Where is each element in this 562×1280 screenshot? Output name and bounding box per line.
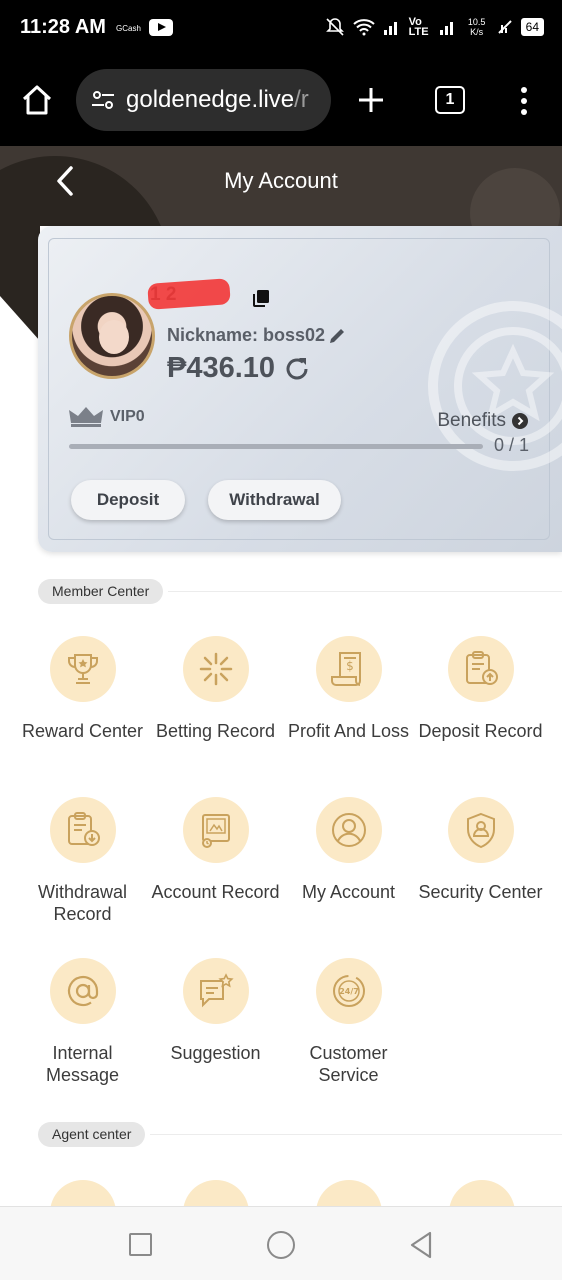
new-tab-icon[interactable] — [357, 86, 385, 114]
menu-label: Account Record — [151, 882, 280, 902]
network-speed: 10.5 K/s — [467, 17, 486, 37]
clipboard-download-icon — [49, 797, 116, 863]
menu-item-internal-message[interactable]: Internal Message — [16, 958, 149, 1086]
menu-label: Profit And Loss — [287, 721, 410, 741]
at-sign-icon — [49, 958, 116, 1024]
page-header: My Account — [0, 146, 562, 226]
section-divider — [150, 1134, 562, 1135]
menu-kebab-icon[interactable] — [517, 85, 531, 117]
user-icon — [315, 797, 382, 863]
menu-label: Withdrawal Record — [37, 882, 128, 924]
menu-item-withdrawal-record[interactable]: Withdrawal Record — [16, 797, 149, 925]
clipboard-upload-icon — [447, 636, 514, 702]
signal-icon-2 — [439, 22, 453, 35]
edit-pencil-icon[interactable] — [328, 327, 346, 345]
avatar[interactable] — [69, 293, 155, 379]
balance-amount: ₱436.10 — [167, 352, 276, 384]
menu-item-suggestion[interactable]: Suggestion — [149, 958, 282, 1064]
deposit-button[interactable]: Deposit — [71, 480, 185, 520]
status-indicators: Vo LTE 10.5 K/s 64 — [325, 16, 544, 38]
network-type: Vo LTE — [408, 16, 429, 38]
hd-signal-icon — [497, 20, 512, 34]
tab-switcher-button[interactable]: 1 — [435, 86, 465, 114]
account-record-icon — [182, 797, 249, 863]
menu-label: Reward Center — [21, 721, 144, 741]
menu-item-security-center[interactable]: Security Center — [414, 797, 547, 903]
page-title: My Account — [224, 168, 338, 193]
recents-button[interactable] — [129, 1233, 152, 1256]
vip-progress-text: 0 / 1 — [493, 435, 529, 455]
member-center-heading: Member Center — [38, 579, 164, 604]
svg-text:$: $ — [346, 659, 354, 673]
agent-center-heading: Agent center — [38, 1122, 146, 1147]
shield-user-icon — [447, 797, 514, 863]
url-text: goldenedge.live — [126, 86, 295, 113]
site-settings-icon[interactable] — [90, 87, 116, 113]
account-card: 1 2 Nickname: boss02 ₱436.10 VIP0 Benefi… — [38, 226, 562, 552]
menu-label: My Account — [301, 882, 396, 902]
menu-item-reward-center[interactable]: Reward Center — [16, 636, 149, 742]
status-bar: 11:28 AM GCash Vo LTE 10.5 K/s 64 — [0, 0, 562, 58]
menu-label: Customer Service — [309, 1043, 388, 1085]
browser-toolbar: goldenedge.live/r 1 — [0, 58, 562, 146]
vip-level: VIP0 — [110, 408, 145, 425]
medal-watermark-icon — [428, 301, 562, 471]
menu-item-deposit-record[interactable]: Deposit Record — [414, 636, 547, 742]
header-decoration-wedge — [0, 226, 40, 341]
balance: ₱436.10 — [167, 352, 311, 385]
crown-icon — [69, 407, 103, 427]
menu-item-betting-record[interactable]: Betting Record — [149, 636, 282, 742]
menu-item-account-record[interactable]: Account Record — [149, 797, 282, 903]
system-nav-bar — [0, 1206, 562, 1280]
gcash-notification: GCash — [116, 24, 141, 33]
signal-icon — [383, 22, 397, 35]
vip-progress-bar — [69, 444, 483, 449]
menu-label: Security Center — [418, 882, 543, 902]
mute-bell-icon — [325, 18, 344, 36]
menu-label: Deposit Record — [418, 721, 543, 741]
menu-label: Internal Message — [45, 1043, 120, 1085]
trophy-icon — [49, 636, 116, 702]
menu-item-customer-service[interactable]: 24/7 Customer Service — [282, 958, 415, 1086]
benefits-label: Benefits — [437, 410, 506, 431]
copy-icon[interactable] — [251, 288, 271, 308]
url-text-rest: /r — [294, 86, 309, 113]
back-button-icon[interactable] — [408, 1230, 434, 1260]
refresh-icon[interactable] — [283, 355, 311, 383]
chevron-right-circle-icon — [512, 413, 528, 429]
support-24-7-icon: 24/7 — [315, 958, 382, 1024]
star-burst-icon — [182, 636, 249, 702]
avatar-face — [99, 320, 129, 354]
chat-star-icon — [182, 958, 249, 1024]
svg-text:24/7: 24/7 — [339, 987, 359, 996]
receipt-icon: $ — [315, 636, 382, 702]
wifi-icon — [352, 19, 375, 36]
benefits-link[interactable]: Benefits — [437, 410, 528, 432]
home-button[interactable] — [267, 1231, 295, 1259]
status-time: 11:28 AM — [20, 16, 106, 38]
battery-indicator: 64 — [520, 18, 544, 36]
withdrawal-button[interactable]: Withdrawal — [208, 480, 341, 520]
nickname: Nickname: boss02 — [167, 325, 326, 345]
menu-item-profit-and-loss[interactable]: $ Profit And Loss — [282, 636, 415, 742]
menu-item-my-account[interactable]: My Account — [282, 797, 415, 903]
youtube-icon — [149, 19, 173, 36]
menu-label: Betting Record — [155, 721, 276, 741]
home-icon[interactable] — [21, 84, 53, 116]
section-divider — [168, 591, 562, 592]
address-bar[interactable]: goldenedge.live/r — [76, 69, 331, 131]
menu-label: Suggestion — [170, 1043, 261, 1063]
